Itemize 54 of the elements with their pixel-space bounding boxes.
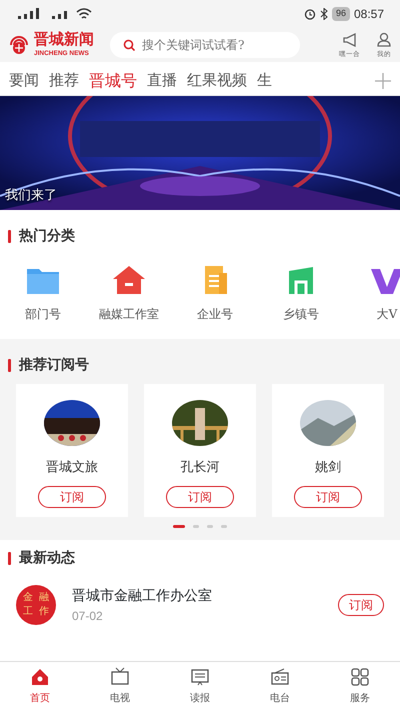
category-label[interactable]: 融媒工作室 <box>99 305 159 323</box>
section-title: 热门分类 <box>19 226 75 246</box>
banner-caption: 我们来了 <box>4 186 58 204</box>
avatar-char: 金 <box>22 593 34 603</box>
tv-icon <box>110 667 130 687</box>
tab[interactable]: 红果视频 <box>182 69 252 92</box>
megaphone-icon <box>342 32 358 48</box>
search-icon <box>123 39 135 51</box>
subscribe-button[interactable]: 订阅 <box>338 594 384 616</box>
category-label[interactable]: 部门号 <box>25 305 61 323</box>
nav-tab[interactable]: 读报 <box>170 667 230 706</box>
subscribe-button[interactable]: 订阅 <box>294 486 362 508</box>
section-marker <box>8 359 11 372</box>
radio-icon <box>270 667 290 687</box>
tab[interactable]: 晋城号 <box>84 68 142 92</box>
tab[interactable]: 生 <box>252 69 277 92</box>
alarm-icon <box>304 8 316 20</box>
nav-tab[interactable]: 电视 <box>90 667 150 706</box>
plus-icon[interactable] <box>374 72 392 90</box>
nav-tab[interactable]: 首页 <box>10 667 70 706</box>
section-marker <box>8 552 11 565</box>
account-name: 孔长河 <box>180 459 220 477</box>
subscribe-button[interactable]: 订阅 <box>166 486 234 508</box>
category-label[interactable]: 乡镇号 <box>283 305 319 323</box>
account-name: 晋城市金融工作办公室 <box>72 586 212 606</box>
category-label[interactable]: 大V <box>376 305 398 323</box>
tab[interactable]: 直播 <box>142 69 182 92</box>
avatar-char: 工 <box>22 607 34 617</box>
section-title: 推荐订阅号 <box>19 356 89 375</box>
logo-icon <box>8 35 30 55</box>
section-title: 最新动态 <box>19 548 75 568</box>
section-marker <box>8 230 11 243</box>
search-field[interactable]: 搜个关键词试试看? <box>110 32 300 58</box>
account-name: 姚剑 <box>315 459 341 477</box>
tab[interactable]: 要闻 <box>4 69 44 92</box>
grid-icon <box>350 667 370 687</box>
bluetooth-icon <box>320 8 328 20</box>
account-name: 晋城文旅 <box>46 459 98 477</box>
newspaper-icon <box>190 667 210 687</box>
nav-tab[interactable]: 服务 <box>330 667 390 706</box>
avatar-char: 作 <box>38 607 50 617</box>
battery-icon: 96 <box>332 7 350 21</box>
subscribe-button[interactable]: 订阅 <box>38 486 106 508</box>
post-date: 07-02 <box>72 608 104 624</box>
user-icon <box>376 32 392 48</box>
avatar-char: 融 <box>38 593 50 603</box>
status-time: 08:57 <box>354 6 384 23</box>
house-icon <box>111 263 147 297</box>
logo-title: 晋城新闻 <box>34 32 94 48</box>
nav-tab[interactable]: 电台 <box>250 667 310 706</box>
wifi-icon <box>76 8 92 20</box>
tab[interactable]: 推荐 <box>44 69 84 92</box>
category-label[interactable]: 企业号 <box>197 305 233 323</box>
home-icon <box>30 667 50 687</box>
